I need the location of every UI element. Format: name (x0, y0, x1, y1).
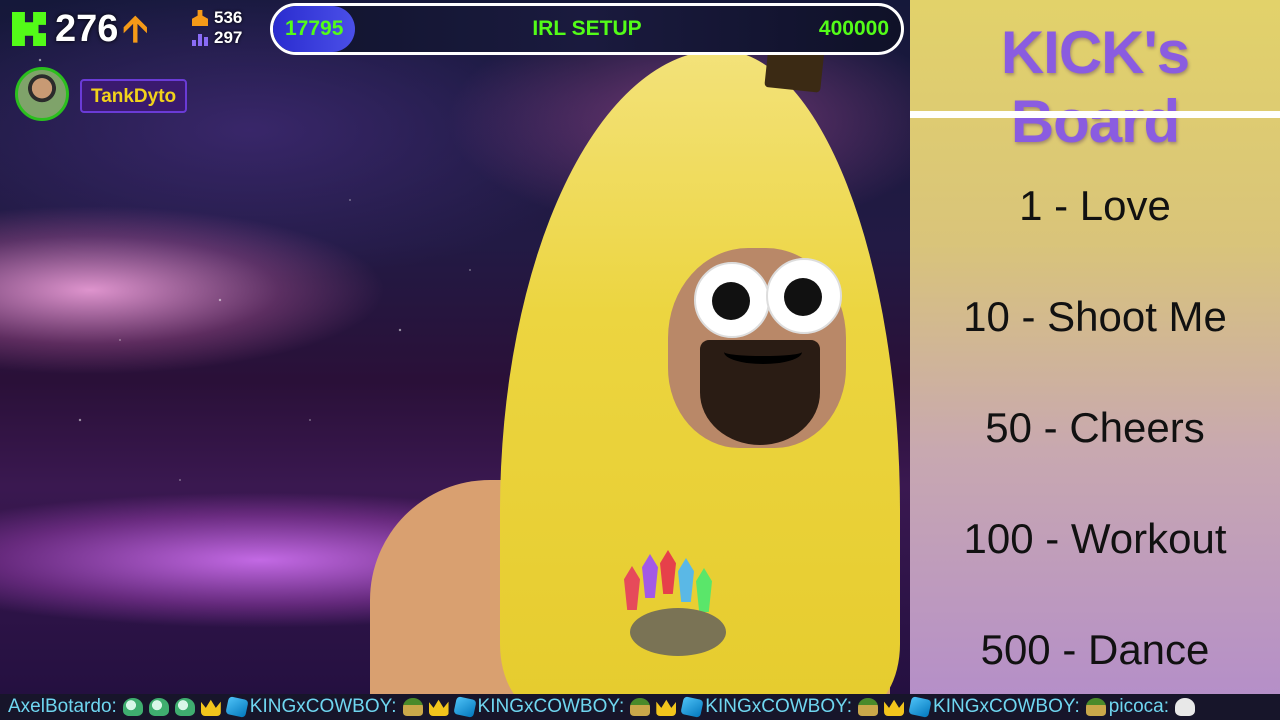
chat-username: KINGxCOWBOY: (933, 696, 1080, 717)
chat-username: picoca: (1108, 696, 1169, 717)
googly-eye-left (694, 262, 770, 338)
crab-body (630, 608, 726, 656)
cube-emote-icon (225, 696, 249, 718)
cube-emote-icon (908, 696, 932, 718)
googly-eye-right (766, 258, 842, 334)
kick-counter: 276 🡩 (12, 8, 148, 50)
follower-username: TankDyto (80, 79, 188, 113)
crown-emote-icon (884, 699, 905, 716)
cowboy-hat-emote-icon (858, 698, 879, 716)
board-item: 10 - Shoot Me (963, 293, 1227, 340)
bar-chart-icon (192, 30, 208, 46)
cube-emote-icon (452, 696, 477, 718)
crystal (696, 568, 712, 612)
person-icon (192, 10, 208, 26)
kick-count: 276 (55, 7, 119, 50)
crystal-crab-sticker (610, 550, 740, 670)
chat-ticker: AxelBotardo: KINGxCOWBOY: KINGxCOWBOY: K… (0, 694, 1280, 720)
followers-stat: 536 (192, 8, 258, 28)
crystal (678, 558, 694, 602)
board-item: 500 - Dance (980, 626, 1210, 673)
goal-target: 400000 (818, 17, 889, 40)
ghost-emote-icon (122, 698, 143, 716)
kick-logo-icon (12, 12, 46, 46)
chat-username: KINGxCOWBOY: (249, 696, 397, 717)
board-title: KICK's Board (1000, 19, 1190, 155)
ghost-emote-icon (174, 698, 195, 716)
chat-username: KINGxCOWBOY: (705, 696, 853, 717)
streamer-banana-costume (360, 10, 910, 694)
board-divider (910, 111, 1280, 118)
board-item: 50 - Cheers (985, 404, 1205, 451)
crystal (642, 554, 658, 598)
stream-stats: 536 297 (192, 8, 258, 48)
crystal (624, 566, 640, 610)
board-list: 1 - Love 10 - Shoot Me 50 - Cheers 100 -… (910, 150, 1280, 705)
goal-title: IRL SETUP (532, 17, 642, 40)
up-arrow-icon: 🡩 (122, 8, 149, 49)
cowboy-hat-emote-icon (1085, 698, 1106, 716)
crown-emote-icon (428, 699, 449, 716)
chat-username: KINGxCOWBOY: (477, 696, 625, 717)
crown-emote-icon (656, 699, 677, 716)
chat-username: AxelBotardo: (8, 696, 117, 717)
cube-emote-icon (680, 696, 704, 718)
skull-emote-icon (1175, 698, 1195, 716)
cowboy-hat-emote-icon (402, 698, 423, 716)
mustache-overlay (724, 340, 802, 364)
crystal (660, 550, 676, 594)
kicks-board-panel: KICK's Board 1 - Love 10 - Shoot Me 50 -… (910, 0, 1280, 694)
viewers-stat: 297 (192, 28, 258, 48)
board-item: 100 - Workout (963, 515, 1227, 562)
ghost-emote-icon (148, 698, 169, 716)
board-item: 1 - Love (1019, 182, 1171, 229)
cowboy-hat-emote-icon (630, 698, 651, 716)
followers-count: 536 (214, 8, 243, 27)
goal-progress-bar: 17795 IRL SETUP 400000 (270, 3, 904, 55)
follower-avatar (15, 67, 69, 121)
crown-emote-icon (200, 699, 221, 716)
viewers-count: 297 (214, 28, 243, 47)
